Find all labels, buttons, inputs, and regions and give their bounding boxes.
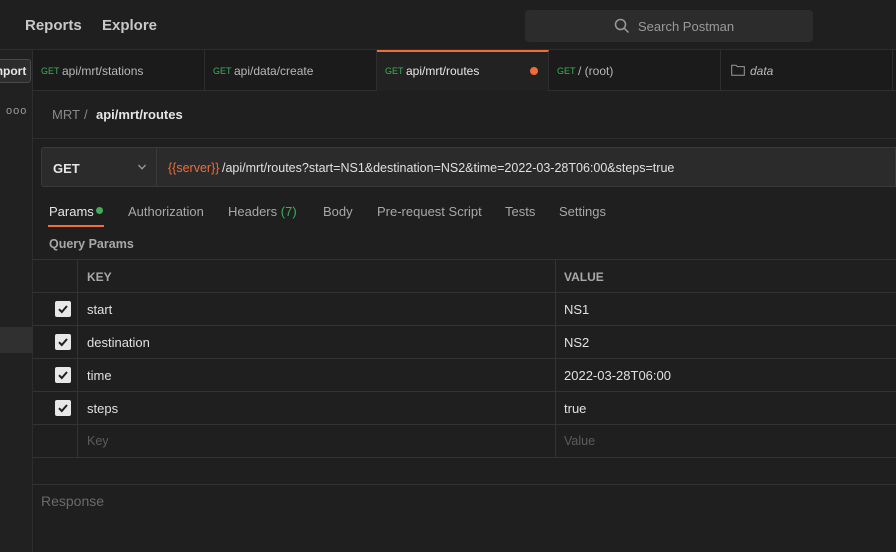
tab-label: api/data/create: [234, 64, 314, 78]
param-value-cell[interactable]: true: [556, 392, 896, 424]
tab-method: GET: [557, 66, 576, 76]
tab-headers[interactable]: Headers (7): [228, 204, 297, 219]
param-key-cell[interactable]: start: [78, 293, 556, 325]
param-value: 2022-03-28T06:00: [564, 368, 671, 383]
tab-headers-label: Headers: [228, 204, 278, 219]
tab-label: / (root): [578, 64, 614, 78]
response-title: Response: [41, 493, 105, 509]
method-select[interactable]: GET: [41, 147, 157, 187]
breadcrumb-collection[interactable]: MRT: [52, 107, 80, 122]
param-checkbox[interactable]: [55, 367, 71, 383]
checkmark-icon: [58, 338, 68, 347]
import-button[interactable]: Import: [0, 59, 31, 83]
param-checkbox[interactable]: [55, 301, 71, 317]
tab-label: data: [750, 64, 774, 78]
more-options-icon[interactable]: ooo: [6, 105, 27, 117]
row-check-cell: [33, 392, 78, 424]
value-column-header: VALUE: [564, 270, 604, 284]
tab-api-data-create[interactable]: GET api/data/create: [205, 50, 377, 91]
param-key: time: [87, 368, 112, 383]
active-tab-underline: [48, 225, 104, 227]
search-input[interactable]: Search Postman: [525, 10, 813, 42]
checkmark-icon: [58, 305, 68, 314]
new-value-input[interactable]: Value: [556, 425, 896, 457]
tab-api-mrt-stations[interactable]: GET api/mrt/stations: [33, 50, 205, 91]
tab-method: GET: [385, 66, 404, 76]
breadcrumb: MRT / api/mrt/routes: [33, 91, 896, 139]
param-value: NS2: [564, 335, 590, 350]
row-check-cell: [33, 425, 78, 457]
query-params-title: Query Params: [49, 237, 134, 251]
search-icon: [614, 18, 630, 34]
param-value-cell[interactable]: 2022-03-28T06:00: [556, 359, 896, 391]
chevron-down-icon: [138, 164, 146, 170]
tab-tests[interactable]: Tests: [505, 204, 535, 219]
tab-api-mrt-routes[interactable]: GET api/mrt/routes: [377, 50, 549, 91]
table-row: destination NS2: [33, 325, 896, 358]
tab-pre-request-script[interactable]: Pre-request Script: [377, 204, 482, 219]
table-row: time 2022-03-28T06:00: [33, 358, 896, 391]
header-value-cell: VALUE: [556, 260, 896, 292]
tab-root[interactable]: GET / (root): [549, 50, 721, 91]
checkmark-icon: [58, 371, 68, 380]
tab-data-folder[interactable]: data: [721, 50, 893, 91]
unsaved-dot-icon: [530, 67, 538, 75]
method-value: GET: [53, 161, 80, 176]
new-key-input[interactable]: Key: [78, 425, 556, 457]
key-column-header: KEY: [87, 270, 112, 284]
param-value: NS1: [564, 302, 590, 317]
header-key-cell: KEY: [78, 260, 556, 292]
table-row: start NS1: [33, 292, 896, 325]
checkmark-icon: [58, 404, 68, 413]
request-tabs-bar: GET api/mrt/stations GET api/data/create…: [33, 50, 896, 91]
param-key: start: [87, 302, 113, 317]
table-header-row: KEY VALUE: [33, 259, 896, 292]
table-row: steps true: [33, 391, 896, 424]
param-key: steps: [87, 401, 119, 416]
param-checkbox[interactable]: [55, 334, 71, 350]
headers-count: (7): [280, 204, 297, 219]
param-key-cell[interactable]: destination: [78, 326, 556, 358]
tab-authorization[interactable]: Authorization: [128, 204, 204, 219]
breadcrumb-request-name[interactable]: api/mrt/routes: [96, 107, 183, 122]
tab-label: api/mrt/stations: [62, 64, 144, 78]
url-variable: {{server}}: [168, 161, 220, 175]
tab-method: GET: [41, 66, 60, 76]
response-divider[interactable]: [33, 484, 896, 485]
search-placeholder: Search Postman: [638, 19, 735, 34]
tab-method: GET: [213, 66, 232, 76]
row-check-cell: [33, 359, 78, 391]
nav-reports[interactable]: Reports: [25, 17, 82, 34]
tab-settings[interactable]: Settings: [559, 204, 606, 219]
param-value-cell[interactable]: NS1: [556, 293, 896, 325]
url-input[interactable]: {{server}} /api/mrt/routes?start=NS1&des…: [157, 147, 896, 187]
param-value-cell[interactable]: NS2: [556, 326, 896, 358]
params-active-dot-icon: [96, 207, 103, 214]
header-check-cell: [33, 260, 78, 292]
key-placeholder: Key: [87, 434, 109, 448]
nav-explore[interactable]: Explore: [102, 17, 157, 34]
folder-icon: [731, 64, 745, 76]
param-key-cell[interactable]: steps: [78, 392, 556, 424]
param-key-cell[interactable]: time: [78, 359, 556, 391]
left-sidebar: Import ooo: [0, 50, 33, 552]
value-placeholder: Value: [564, 434, 596, 448]
row-check-cell: [33, 293, 78, 325]
tab-label: api/mrt/routes: [406, 64, 480, 78]
row-check-cell: [33, 326, 78, 358]
table-row-new: Key Value: [33, 424, 896, 457]
sidebar-selected-item[interactable]: [0, 327, 33, 353]
tab-params[interactable]: Params: [49, 204, 94, 219]
url-path: /api/mrt/routes?start=NS1&destination=NS…: [222, 161, 675, 175]
top-bar: Reports Explore Search Postman: [0, 0, 896, 50]
tab-body[interactable]: Body: [323, 204, 353, 219]
param-key: destination: [87, 335, 150, 350]
table-bottom-divider: [33, 457, 896, 458]
breadcrumb-separator: /: [84, 107, 88, 122]
param-checkbox[interactable]: [55, 400, 71, 416]
param-value: true: [564, 401, 587, 416]
